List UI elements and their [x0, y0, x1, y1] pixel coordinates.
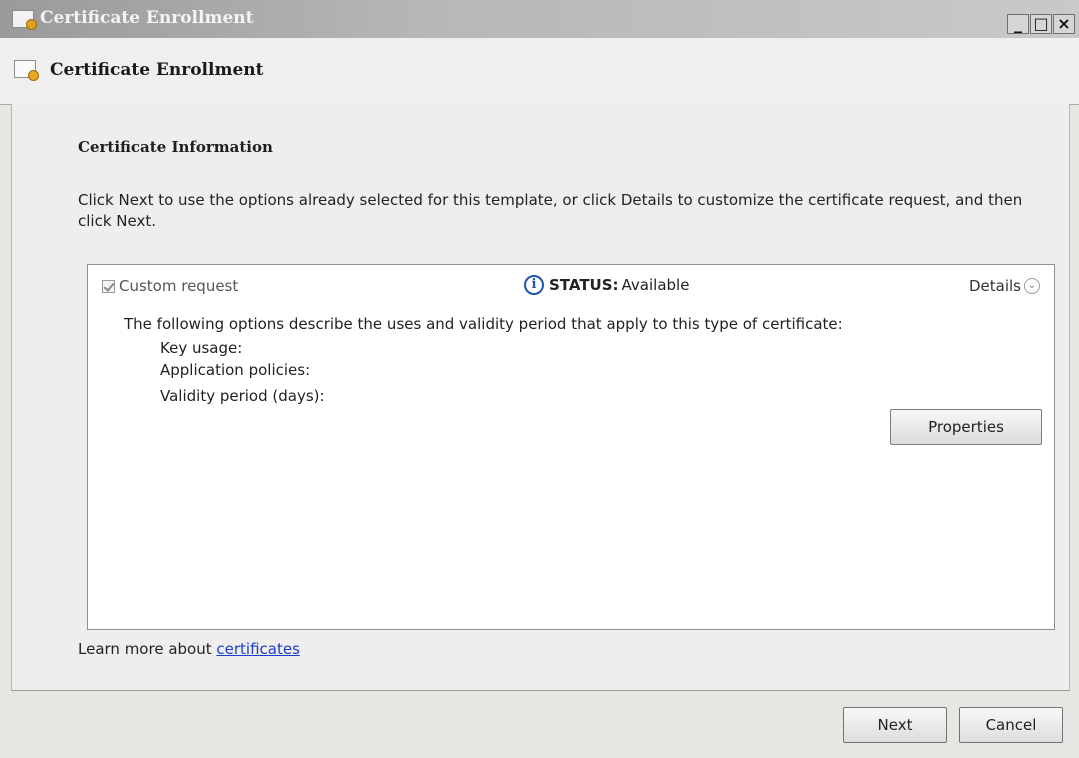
status-indicator: i STATUS: Available [524, 275, 689, 295]
learn-more: Learn more about certificates [78, 640, 300, 658]
custom-request-label: Custom request [119, 277, 239, 295]
chevron-down-circle-icon[interactable]: ⌄ [1024, 278, 1040, 294]
details-toggle[interactable]: Details ⌄ [969, 277, 1040, 295]
certificate-info-panel: Custom request i STATUS: Available Detai… [87, 264, 1055, 630]
section-title: Certificate Information [78, 138, 273, 156]
certificate-enrollment-window: Certificate Enrollment _ □ × Certificate… [0, 0, 1079, 758]
certificate-description: The following options describe the uses … [124, 315, 843, 333]
window-title: Certificate Enrollment [40, 8, 254, 28]
validity-period-label: Validity period (days): [160, 387, 325, 405]
wizard-header: Certificate Enrollment [0, 38, 1079, 105]
wizard-body: Certificate Information Click Next to us… [11, 104, 1070, 691]
certificate-icon [14, 60, 39, 81]
page-title: Certificate Enrollment [50, 60, 264, 80]
close-button[interactable]: × [1053, 14, 1075, 34]
certificates-link[interactable]: certificates [216, 640, 300, 658]
title-bar[interactable]: Certificate Enrollment _ □ × [0, 0, 1079, 39]
status-key: STATUS: [549, 276, 619, 294]
wizard-footer: Next Cancel [0, 691, 1079, 758]
application-policies-label: Application policies: [160, 361, 311, 379]
key-usage-label: Key usage: [160, 339, 243, 357]
details-label[interactable]: Details [969, 277, 1021, 295]
status-value: Available [621, 276, 690, 294]
properties-button[interactable]: Properties [890, 409, 1042, 445]
certificate-icon [12, 10, 37, 30]
custom-request-checkbox-row[interactable]: Custom request [102, 277, 238, 295]
next-button[interactable]: Next [843, 707, 947, 743]
info-icon: i [524, 275, 544, 295]
custom-request-checkbox[interactable] [102, 279, 115, 293]
window-controls: _ □ × [1006, 14, 1075, 34]
instructions-text: Click Next to use the options already se… [78, 191, 1023, 230]
cancel-button[interactable]: Cancel [959, 707, 1063, 743]
learn-more-prefix: Learn more about [78, 640, 212, 658]
maximize-button[interactable]: □ [1030, 14, 1052, 34]
minimize-button[interactable]: _ [1007, 14, 1029, 34]
